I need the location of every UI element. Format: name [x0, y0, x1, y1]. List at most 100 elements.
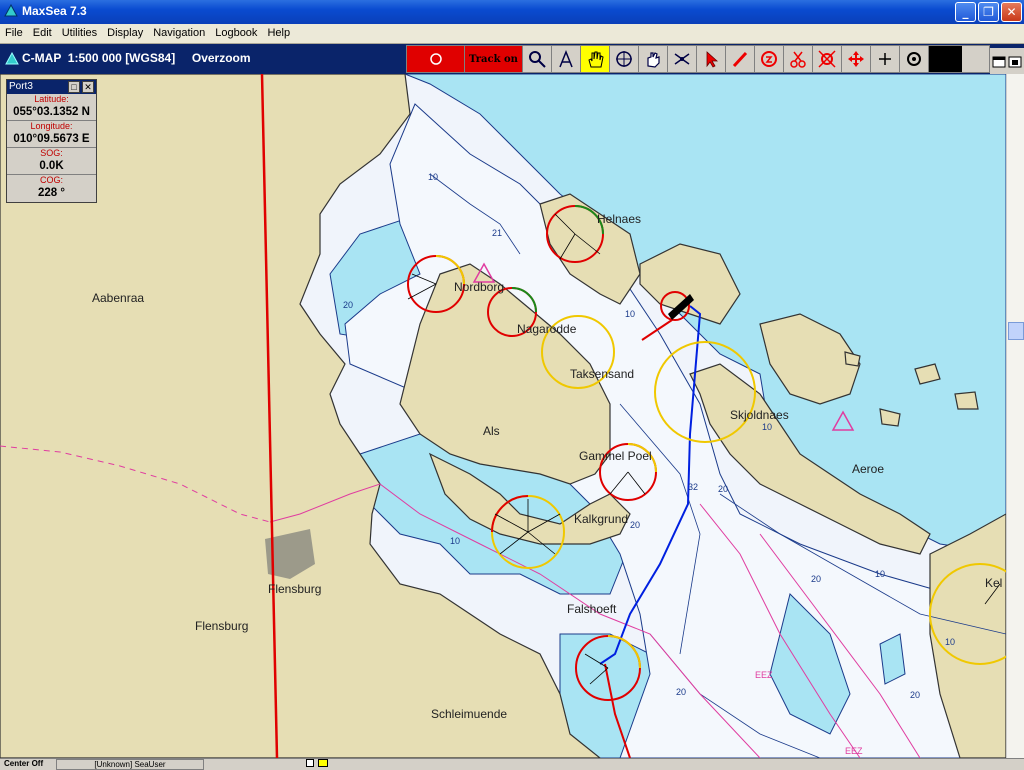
- place-label: Kel: [985, 576, 1003, 590]
- menu-utilities[interactable]: Utilities: [57, 24, 102, 42]
- plus-icon: [879, 53, 891, 65]
- sog-label: SOG:: [40, 148, 63, 158]
- record-icon: [429, 53, 442, 65]
- select-tool[interactable]: [697, 46, 726, 72]
- depth-label: 32: [688, 482, 699, 492]
- place-label: Nordborg: [454, 280, 505, 294]
- longitude-label: Longitude:: [30, 121, 73, 131]
- scissors-icon: [790, 51, 806, 68]
- tile-icon[interactable]: [992, 55, 1006, 69]
- title-bar: MaxSea 7.3 _ ❐ ✕: [0, 0, 1024, 24]
- depth-label: 10: [875, 569, 886, 579]
- longitude-value: 010°09.5673 E: [13, 133, 90, 145]
- route-tool[interactable]: [668, 46, 697, 72]
- restore-button[interactable]: ❐: [978, 2, 999, 22]
- waypoint-tool[interactable]: [813, 46, 842, 72]
- close-button[interactable]: ✕: [1001, 2, 1022, 22]
- cascade-icon[interactable]: [1008, 55, 1022, 69]
- place-label: Falshoeft: [567, 602, 617, 616]
- center-status[interactable]: Center Off: [4, 759, 52, 768]
- panel-maximize-button[interactable]: □: [68, 81, 80, 93]
- place-label: Aabenraa: [92, 291, 145, 305]
- cut-tool[interactable]: [784, 46, 813, 72]
- compass-tool[interactable]: [552, 46, 581, 72]
- record-button[interactable]: [407, 46, 465, 72]
- pan-tool[interactable]: [581, 46, 610, 72]
- chart-mode: Overzoom: [191, 51, 251, 65]
- chart-source: C-MAP: [22, 51, 62, 65]
- window-title: MaxSea 7.3: [22, 4, 87, 18]
- magnifier-icon: [529, 51, 546, 68]
- place-label: Kalkgrund: [574, 512, 629, 526]
- status-bar: Center Off [Unknown] SeaUser: [0, 758, 1024, 770]
- menu-logbook[interactable]: Logbook: [210, 24, 262, 42]
- place-label: Flensburg: [195, 619, 249, 633]
- longitude-field: Longitude: 010°09.5673 E: [7, 121, 96, 148]
- place-label: Flensburg: [268, 582, 322, 596]
- panel-header: Port3 □ ✕: [7, 80, 96, 94]
- scrollbar-thumb[interactable]: [1008, 322, 1024, 340]
- erase-tool[interactable]: [755, 46, 784, 72]
- menu-edit[interactable]: Edit: [28, 24, 57, 42]
- nautical-chart[interactable]: Aabenraa Helnaes Nordborg Nagarodde Taks…: [0, 74, 1006, 758]
- vertical-scrollbar[interactable]: [1006, 74, 1024, 758]
- arrow-cursor-icon: [706, 51, 719, 68]
- menu-file[interactable]: File: [0, 24, 28, 42]
- depth-label: 10: [450, 536, 461, 546]
- depth-label: 10: [428, 172, 439, 182]
- grab-tool[interactable]: [639, 46, 668, 72]
- zoom-tool[interactable]: [523, 46, 552, 72]
- sog-field: SOG: 0.0K: [7, 148, 96, 175]
- cog-field: COG: 228 °: [7, 175, 96, 202]
- minimize-button[interactable]: _: [955, 2, 976, 22]
- target-tool[interactable]: [900, 46, 929, 72]
- chart-icon: [5, 52, 19, 65]
- route-icon: [674, 53, 690, 65]
- depth-label: 10: [625, 309, 636, 319]
- depth-label: 20: [718, 484, 729, 494]
- depth-label: 10: [945, 637, 956, 647]
- center-tool[interactable]: [610, 46, 639, 72]
- latitude-field: Latitude: 055°03.1352 N: [7, 94, 96, 121]
- panel-close-button[interactable]: ✕: [82, 81, 94, 93]
- circle-symbol-icon: [761, 51, 777, 67]
- menu-bar: File Edit Utilities Display Navigation Logboo…: [0, 24, 1024, 44]
- pencil-icon: [732, 51, 748, 68]
- track-on-button[interactable]: Track on: [465, 46, 523, 72]
- chart-canvas[interactable]: [0, 74, 1006, 758]
- depth-label: 10: [762, 422, 773, 432]
- place-label: Taksensand: [570, 367, 635, 381]
- menu-display[interactable]: Display: [102, 24, 148, 42]
- app-icon: [4, 4, 18, 17]
- move-tool[interactable]: [842, 46, 871, 72]
- compass-icon: [559, 49, 573, 68]
- waypoint-icon: [818, 50, 836, 68]
- chart-info: C-MAP 1:500 000 [WGS84] Overzoom: [22, 51, 251, 65]
- status-pencil-icon[interactable]: [318, 759, 328, 767]
- target-icon: [907, 52, 921, 66]
- latitude-label: Latitude:: [34, 94, 69, 104]
- hand-icon: [588, 51, 604, 68]
- depth-label: 20: [343, 300, 354, 310]
- menu-navigation[interactable]: Navigation: [148, 24, 210, 42]
- cog-label: COG:: [39, 175, 63, 185]
- depth-label: 20: [910, 690, 921, 700]
- place-label: Skjoldnaes: [730, 408, 789, 422]
- toolbar: Track on: [406, 45, 990, 73]
- pencil-tool[interactable]: [726, 46, 755, 72]
- chart-datum: [WGS84]: [125, 51, 176, 65]
- status-box-icon[interactable]: [306, 759, 314, 767]
- depth-label: EEZ: [755, 670, 773, 680]
- depth-label: 20: [811, 574, 822, 584]
- depth-label: 21: [492, 228, 503, 238]
- depth-label: EEZ: [845, 746, 863, 756]
- sog-value: 0.0K: [39, 160, 64, 172]
- move-arrows-icon: [848, 51, 864, 67]
- chart-scale: 1:500 000: [67, 51, 122, 65]
- menu-help[interactable]: Help: [262, 24, 295, 42]
- crosshair-icon: [616, 51, 632, 67]
- place-label: Als: [483, 424, 500, 438]
- color-swatch[interactable]: [929, 46, 962, 72]
- place-label: Helnaes: [597, 212, 642, 226]
- cross-tool[interactable]: [871, 46, 900, 72]
